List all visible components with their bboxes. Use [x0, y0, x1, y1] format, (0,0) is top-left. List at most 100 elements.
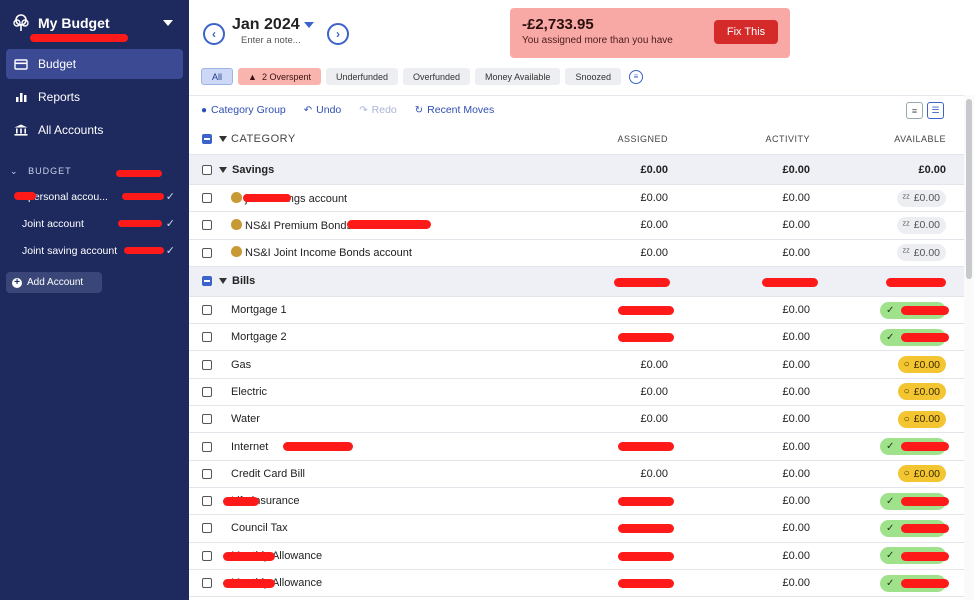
row-checkbox[interactable]: [202, 414, 212, 425]
chevron-down-icon[interactable]: [163, 20, 173, 26]
available-pill[interactable]: ᶻᶻ £0.00: [896, 189, 946, 207]
chevron-right-icon[interactable]: ›: [327, 23, 349, 45]
collapse-all-icon[interactable]: [219, 136, 227, 142]
row-checkbox[interactable]: [202, 247, 212, 258]
collapse-icon[interactable]: [219, 166, 227, 173]
group-name[interactable]: Bills: [232, 275, 255, 287]
collapse-icon[interactable]: [219, 278, 227, 285]
scrollbar-thumb[interactable]: [966, 99, 972, 279]
row-checkbox[interactable]: [202, 496, 212, 507]
row-checkbox[interactable]: [202, 359, 212, 370]
filter-settings-icon[interactable]: ≡: [628, 69, 643, 84]
budget-switcher[interactable]: My Budget: [0, 0, 189, 46]
category-name[interactable]: Mortgage 1: [231, 304, 287, 316]
category-name[interactable]: Internet: [231, 441, 268, 453]
filter-snoozed[interactable]: Snoozed: [565, 68, 621, 85]
activity-value[interactable]: £0.00: [782, 359, 810, 371]
activity-value[interactable]: £0.00: [782, 441, 810, 453]
category-row[interactable]: Credit Card Bill £0.00 £0.00 ○ £0.00: [189, 461, 964, 488]
row-checkbox[interactable]: [202, 578, 212, 588]
redo-button[interactable]: ↷ Redo: [359, 104, 397, 116]
category-row[interactable]: Monthly Allowance £0.00 ✓: [189, 570, 964, 598]
available-pill[interactable]: ᶻᶻ £0.00: [896, 216, 946, 234]
filter-all[interactable]: All: [201, 68, 234, 85]
group-name[interactable]: Savings: [232, 164, 274, 176]
fix-this-button[interactable]: Fix This: [714, 20, 778, 44]
row-checkbox[interactable]: [202, 305, 212, 316]
group-checkbox[interactable]: [202, 164, 212, 175]
budget-accounts-section[interactable]: ⌄ BUDGET: [0, 148, 189, 183]
activity-value[interactable]: £0.00: [782, 247, 810, 259]
select-all-checkbox[interactable]: [202, 134, 212, 144]
filter-underfunded[interactable]: Underfunded: [325, 68, 399, 85]
available-cell[interactable]: ᶻᶻ £0.00: [896, 216, 946, 234]
available-cell[interactable]: ○ £0.00: [897, 465, 946, 483]
category-row[interactable]: Electric £0.00 £0.00 ○ £0.00: [189, 379, 964, 407]
recent-moves-button[interactable]: ↻ Recent Moves: [415, 104, 495, 116]
activity-value[interactable]: £0.00: [782, 304, 810, 316]
category-row[interactable]: Council Tax £0.00 ✓: [189, 515, 964, 543]
nav-item-budget[interactable]: Budget: [6, 49, 183, 79]
available-pill[interactable]: ○ £0.00: [897, 383, 946, 401]
row-checkbox[interactable]: [202, 468, 212, 479]
add-account-button[interactable]: + Add Account: [6, 272, 102, 293]
add-category-group-button[interactable]: ● Category Group: [201, 104, 286, 116]
chevron-left-icon[interactable]: ‹: [203, 23, 225, 45]
available-cell[interactable]: ○ £0.00: [897, 383, 946, 401]
available-cell[interactable]: ○ £0.00: [897, 356, 946, 374]
assigned-value[interactable]: £0.00: [640, 468, 668, 480]
activity-value[interactable]: £0.00: [782, 577, 810, 589]
available-pill[interactable]: ○ £0.00: [897, 410, 946, 428]
category-name[interactable]: Gas: [231, 359, 251, 371]
row-checkbox[interactable]: [202, 386, 212, 397]
account-item[interactable]: Joint account ✓: [0, 210, 189, 237]
category-row[interactable]: Gas £0.00 £0.00 ○ £0.00: [189, 351, 964, 379]
row-checkbox[interactable]: [202, 193, 212, 204]
available-cell[interactable]: ᶻᶻ £0.00: [896, 244, 946, 262]
account-item[interactable]: personal accou... ✓: [0, 183, 189, 210]
category-row[interactable]: joint savings account £0.00 £0.00 ᶻᶻ £0.0…: [189, 185, 964, 213]
activity-value[interactable]: £0.00: [782, 468, 810, 480]
category-row[interactable]: Internet £0.00 ✓: [189, 433, 964, 461]
row-checkbox[interactable]: [202, 550, 212, 561]
category-name[interactable]: NS&I Joint Income Bonds account: [231, 246, 412, 259]
month-selector[interactable]: Jan 2024: [232, 16, 314, 34]
activity-value[interactable]: £0.00: [782, 550, 810, 562]
assigned-value[interactable]: £0.00: [640, 247, 668, 259]
category-name[interactable]: Credit Card Bill: [231, 468, 305, 480]
category-row[interactable]: NS&I Premium Bonds £0.00 £0.00 ᶻᶻ £0.00: [189, 212, 964, 240]
undo-button[interactable]: ↶ Undo: [304, 104, 342, 116]
category-name[interactable]: Water: [231, 413, 260, 425]
nav-item-all-accounts[interactable]: All Accounts: [6, 115, 183, 145]
filter-money-available[interactable]: Money Available: [475, 68, 561, 85]
row-checkbox[interactable]: [202, 441, 212, 452]
activity-value[interactable]: £0.00: [782, 495, 810, 507]
category-row[interactable]: NS&I Joint Income Bonds account £0.00 £0…: [189, 240, 964, 267]
available-cell[interactable]: ᶻᶻ £0.00: [896, 189, 946, 207]
category-group-row[interactable]: Savings £0.00 £0.00 £0.00: [189, 155, 964, 185]
category-name[interactable]: Electric: [231, 386, 267, 398]
category-row[interactable]: Monthly Allowance £0.00 ✓: [189, 543, 964, 570]
available-pill[interactable]: ○ £0.00: [897, 356, 946, 374]
row-checkbox[interactable]: [202, 220, 212, 231]
list-view-icon[interactable]: ☰: [927, 102, 944, 119]
column-category[interactable]: CATEGORY: [231, 133, 296, 145]
activity-value[interactable]: £0.00: [782, 386, 810, 398]
category-name[interactable]: Council Tax: [231, 522, 288, 534]
activity-value[interactable]: £0.00: [782, 522, 810, 534]
assigned-value[interactable]: £0.00: [640, 359, 668, 371]
category-row[interactable]: Water £0.00 £0.00 ○ £0.00: [189, 406, 964, 434]
category-name[interactable]: NS&I Premium Bonds: [231, 218, 352, 232]
available-pill[interactable]: ○ £0.00: [897, 465, 946, 483]
category-row[interactable]: Life insurance £0.00 ✓: [189, 488, 964, 516]
activity-value[interactable]: £0.00: [782, 413, 810, 425]
filter-overfunded[interactable]: Overfunded: [403, 68, 471, 85]
scrollbar[interactable]: [964, 95, 974, 600]
month-note-input[interactable]: Enter a note...: [241, 35, 301, 46]
assigned-value[interactable]: £0.00: [640, 386, 668, 398]
account-item[interactable]: Joint saving account ✓: [0, 237, 189, 264]
category-row[interactable]: Mortgage 2 £0.00 ✓: [189, 324, 964, 352]
category-group-row[interactable]: Bills: [189, 266, 964, 297]
assigned-value[interactable]: £0.00: [640, 413, 668, 425]
assigned-value[interactable]: £0.00: [640, 192, 668, 204]
